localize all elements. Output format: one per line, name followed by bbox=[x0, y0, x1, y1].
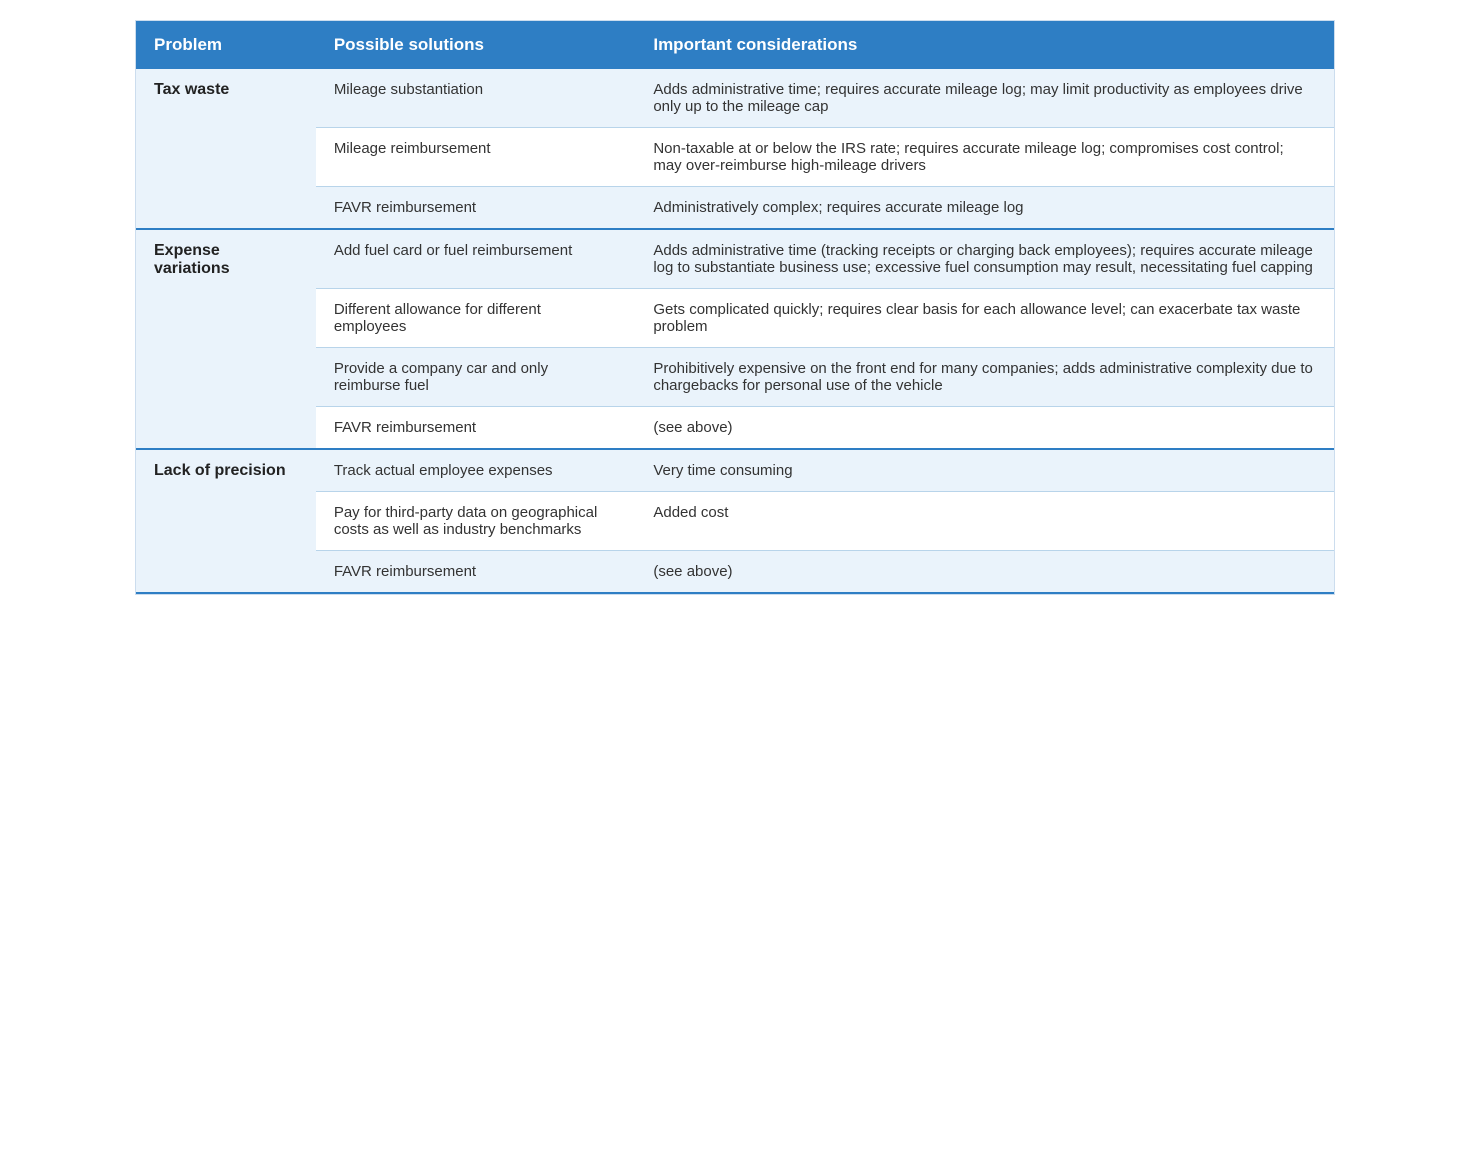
table-row: Lack of precisionTrack actual employee e… bbox=[136, 449, 1334, 492]
table-row: Pay for third-party data on geographical… bbox=[136, 492, 1334, 551]
solution-cell: Add fuel card or fuel reimbursement bbox=[316, 229, 636, 289]
problem-cell: Tax waste bbox=[136, 69, 316, 229]
consideration-cell: Administratively complex; requires accur… bbox=[635, 187, 1334, 230]
solution-cell: FAVR reimbursement bbox=[316, 187, 636, 230]
table-row: FAVR reimbursement(see above) bbox=[136, 407, 1334, 450]
table-row: Tax wasteMileage substantiationAdds admi… bbox=[136, 69, 1334, 128]
consideration-cell: (see above) bbox=[635, 407, 1334, 450]
solution-cell: Mileage reimbursement bbox=[316, 128, 636, 187]
table-row: FAVR reimbursement(see above) bbox=[136, 551, 1334, 594]
solution-cell: Track actual employee expenses bbox=[316, 449, 636, 492]
consideration-cell: Gets complicated quickly; requires clear… bbox=[635, 289, 1334, 348]
solution-cell: Provide a company car and only reimburse… bbox=[316, 348, 636, 407]
header-solutions: Possible solutions bbox=[316, 21, 636, 69]
consideration-cell: (see above) bbox=[635, 551, 1334, 594]
consideration-cell: Prohibitively expensive on the front end… bbox=[635, 348, 1334, 407]
comparison-table: Problem Possible solutions Important con… bbox=[136, 21, 1334, 594]
solution-cell: FAVR reimbursement bbox=[316, 407, 636, 450]
problem-cell: Lack of precision bbox=[136, 449, 316, 593]
table-header-row: Problem Possible solutions Important con… bbox=[136, 21, 1334, 69]
solution-cell: Different allowance for different employ… bbox=[316, 289, 636, 348]
solution-cell: Mileage substantiation bbox=[316, 69, 636, 128]
table-row: Provide a company car and only reimburse… bbox=[136, 348, 1334, 407]
main-table-container: Problem Possible solutions Important con… bbox=[135, 20, 1335, 595]
header-problem: Problem bbox=[136, 21, 316, 69]
consideration-cell: Added cost bbox=[635, 492, 1334, 551]
consideration-cell: Adds administrative time (tracking recei… bbox=[635, 229, 1334, 289]
consideration-cell: Non-taxable at or below the IRS rate; re… bbox=[635, 128, 1334, 187]
problem-cell: Expense variations bbox=[136, 229, 316, 449]
solution-cell: FAVR reimbursement bbox=[316, 551, 636, 594]
table-row: Expense variationsAdd fuel card or fuel … bbox=[136, 229, 1334, 289]
table-row: Different allowance for different employ… bbox=[136, 289, 1334, 348]
consideration-cell: Very time consuming bbox=[635, 449, 1334, 492]
solution-cell: Pay for third-party data on geographical… bbox=[316, 492, 636, 551]
table-row: Mileage reimbursementNon-taxable at or b… bbox=[136, 128, 1334, 187]
header-considerations: Important considerations bbox=[635, 21, 1334, 69]
table-row: FAVR reimbursementAdministratively compl… bbox=[136, 187, 1334, 230]
consideration-cell: Adds administrative time; requires accur… bbox=[635, 69, 1334, 128]
